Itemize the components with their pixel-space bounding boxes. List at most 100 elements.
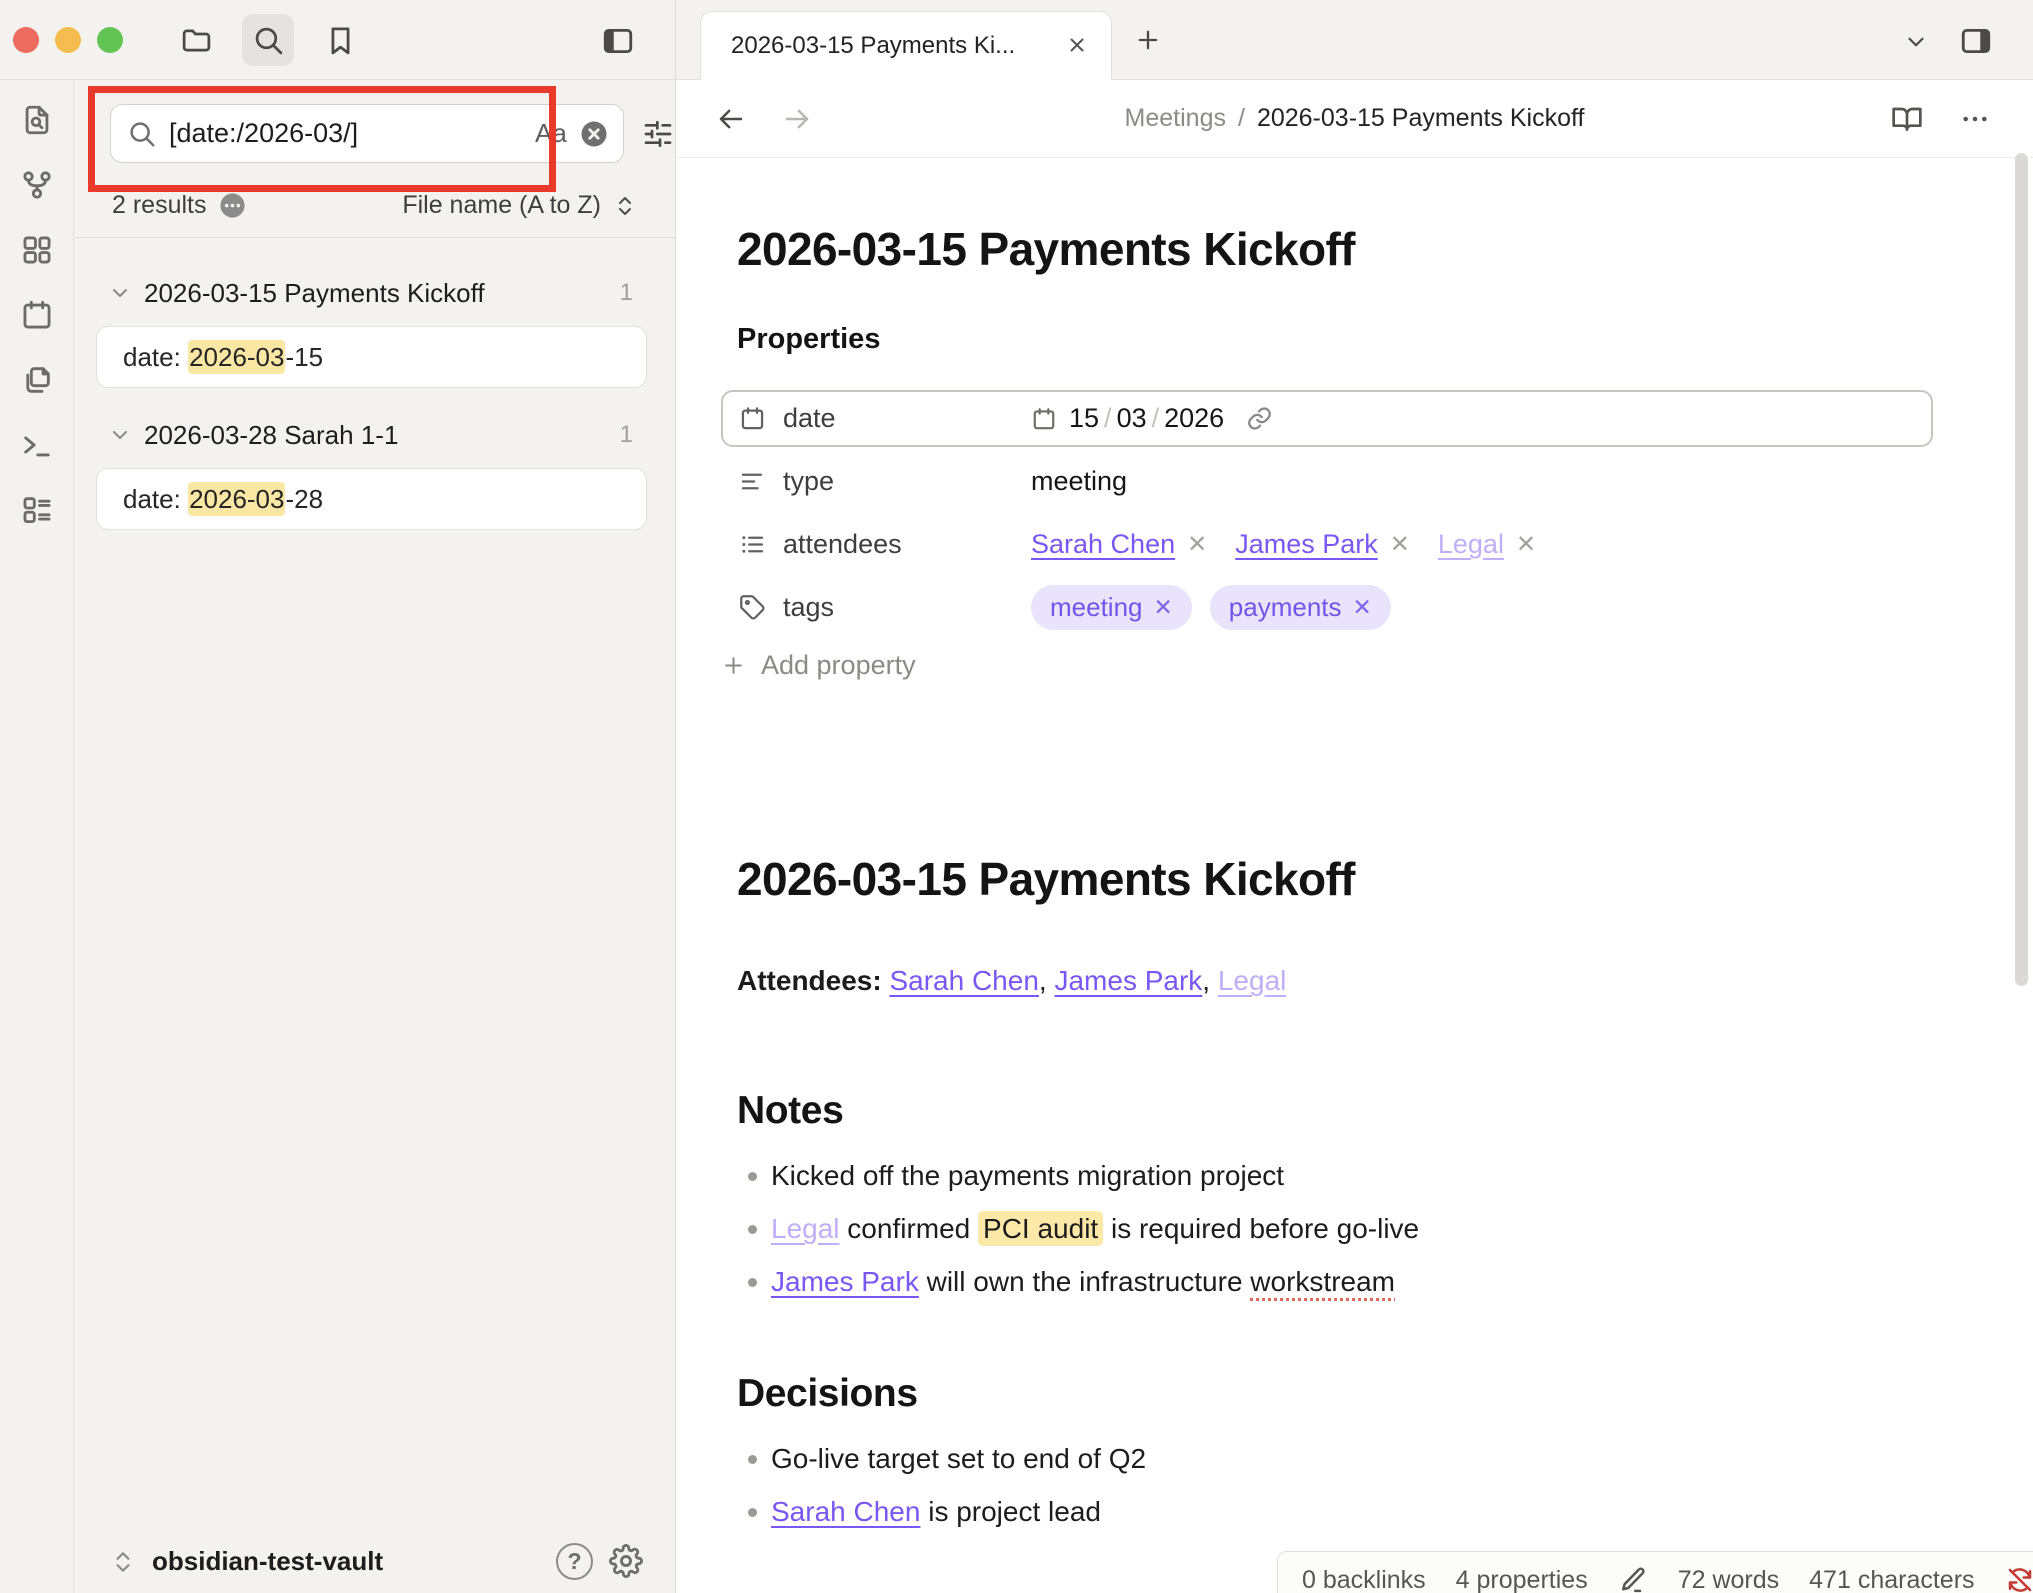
result-group[interactable]: 2026-03-15 Payments Kickoff 1: [96, 268, 651, 318]
internal-link[interactable]: Sarah Chen: [1031, 529, 1175, 560]
settings-gear-icon[interactable]: [609, 1544, 645, 1580]
more-options-icon[interactable]: [1959, 103, 1991, 135]
ribbon: [0, 80, 74, 1593]
tab-bar: 2026-03-15 Payments Ki...: [676, 0, 2033, 80]
help-icon[interactable]: ?: [556, 1543, 593, 1580]
character-count: 471 characters: [1809, 1566, 1974, 1593]
view-header: Meetings / 2026-03-15 Payments Kickoff: [676, 80, 2033, 158]
date-picker-icon[interactable]: [1031, 406, 1057, 432]
date-month[interactable]: 03: [1117, 403, 1147, 434]
date-year[interactable]: 2026: [1164, 403, 1224, 434]
tag-pill[interactable]: payments: [1210, 585, 1391, 630]
collapse-chevron-icon[interactable]: [108, 423, 132, 447]
bookmark-icon[interactable]: [314, 14, 366, 66]
match-case-toggle[interactable]: Aa: [535, 118, 567, 149]
result-group[interactable]: 2026-03-28 Sarah 1-1 1: [96, 410, 651, 460]
text-segment: confirmed: [840, 1213, 979, 1244]
internal-link[interactable]: Sarah Chen: [771, 1496, 920, 1527]
search-icon[interactable]: [242, 14, 294, 66]
property-key-label: date: [783, 403, 836, 434]
property-value: meeting payments: [1031, 585, 1409, 630]
search-match[interactable]: date: 2026-03-15: [96, 326, 647, 388]
internal-link[interactable]: Sarah Chen: [889, 965, 1038, 996]
date-value[interactable]: 15/03/2026: [1031, 403, 1273, 434]
internal-link[interactable]: James Park: [1235, 529, 1378, 560]
remove-icon[interactable]: [1516, 530, 1536, 559]
note-title: 2026-03-15 Payments Kickoff: [737, 221, 1933, 277]
internal-link[interactable]: Legal: [1218, 965, 1287, 996]
copy-files-icon[interactable]: [19, 362, 55, 398]
property-row-tags[interactable]: tags meeting payments: [721, 579, 1933, 636]
vault-switcher-icon[interactable]: [110, 1549, 136, 1575]
property-row-attendees[interactable]: attendees Sarah Chen James Park Legal: [721, 516, 1933, 573]
property-key: date: [739, 403, 1031, 434]
property-value[interactable]: meeting: [1031, 466, 1127, 497]
calendar-icon[interactable]: [19, 297, 55, 333]
vault-name[interactable]: obsidian-test-vault: [152, 1546, 383, 1577]
properties-count[interactable]: 4 properties: [1456, 1566, 1588, 1593]
text-segment: ,: [1202, 965, 1218, 996]
file-search-icon[interactable]: [19, 102, 55, 138]
tag-pill[interactable]: meeting: [1031, 585, 1192, 630]
date-day[interactable]: 15: [1069, 403, 1099, 434]
result-match-count: 1: [620, 421, 633, 449]
close-window-button[interactable]: [13, 27, 39, 53]
sync-disabled-icon[interactable]: [2005, 1565, 2033, 1593]
calendar-icon: [739, 405, 766, 432]
minimize-window-button[interactable]: [55, 27, 81, 53]
layout-grid-icon[interactable]: [19, 232, 55, 268]
close-tab-icon[interactable]: [1065, 33, 1091, 59]
body-title: 2026-03-15 Payments Kickoff: [737, 851, 1933, 907]
breadcrumb-parent[interactable]: Meetings: [1125, 104, 1226, 133]
back-icon[interactable]: [716, 104, 746, 134]
search-input[interactable]: [169, 118, 523, 149]
decisions-heading: Decisions: [737, 1370, 1933, 1418]
search-match[interactable]: date: 2026-03-28: [96, 468, 647, 530]
graph-icon[interactable]: [19, 167, 55, 203]
new-tab-icon[interactable]: [1134, 26, 1164, 56]
match-pre: date:: [123, 484, 188, 514]
collapse-chevron-icon[interactable]: [108, 281, 132, 305]
result-file-title: 2026-03-15 Payments Kickoff: [144, 278, 485, 309]
list-item: James Park will own the infrastructure w…: [737, 1255, 1933, 1308]
sidebar-left-toggle-icon[interactable]: [597, 20, 639, 62]
internal-link[interactable]: James Park: [1054, 965, 1202, 996]
link-icon[interactable]: [1246, 405, 1273, 432]
sort-order-control[interactable]: File name (A to Z): [402, 191, 637, 220]
sidebar-right-toggle-icon[interactable]: [1955, 20, 1997, 62]
folder-icon[interactable]: [170, 14, 222, 66]
list-icon: [739, 531, 766, 558]
tab-active[interactable]: 2026-03-15 Payments Ki...: [700, 11, 1112, 80]
results-count: 2 results: [112, 191, 206, 220]
property-row-type[interactable]: type meeting: [721, 453, 1933, 510]
remove-icon[interactable]: [1187, 530, 1207, 559]
remove-icon[interactable]: [1154, 594, 1173, 621]
remove-icon[interactable]: [1390, 530, 1410, 559]
scrollbar-thumb[interactable]: [2015, 153, 2028, 986]
notes-heading: Notes: [737, 1087, 1933, 1135]
text-segment: Kicked off the payments migration projec…: [771, 1160, 1284, 1191]
left-pane: Aa 2 results File name (A to Z): [0, 0, 676, 1593]
clear-search-icon[interactable]: [579, 119, 609, 149]
reading-view-icon[interactable]: [1891, 103, 1923, 135]
search-settings-icon[interactable]: [638, 114, 675, 154]
internal-link[interactable]: Legal: [771, 1213, 840, 1244]
results-summary: 2 results: [112, 191, 247, 220]
breadcrumb-current[interactable]: 2026-03-15 Payments Kickoff: [1257, 104, 1585, 133]
property-row-date[interactable]: date 15/03/2026: [721, 390, 1933, 447]
backlinks-count[interactable]: 0 backlinks: [1302, 1566, 1426, 1593]
layout-list-icon[interactable]: [19, 492, 55, 528]
add-property-button[interactable]: Add property: [721, 650, 1933, 681]
remove-icon[interactable]: [1353, 594, 1372, 621]
match-highlight: 2026-03: [188, 340, 285, 374]
date-separator: /: [1152, 403, 1160, 434]
edit-icon[interactable]: [1618, 1565, 1648, 1593]
tab-list-chevron-icon[interactable]: [1903, 29, 1929, 55]
ellipsis-circle-icon[interactable]: [218, 191, 247, 220]
internal-link[interactable]: James Park: [771, 1266, 919, 1297]
terminal-icon[interactable]: [19, 427, 55, 463]
zoom-window-button[interactable]: [97, 27, 123, 53]
internal-link[interactable]: Legal: [1438, 529, 1504, 560]
forward-icon[interactable]: [782, 104, 812, 134]
date-separator: /: [1104, 403, 1112, 434]
